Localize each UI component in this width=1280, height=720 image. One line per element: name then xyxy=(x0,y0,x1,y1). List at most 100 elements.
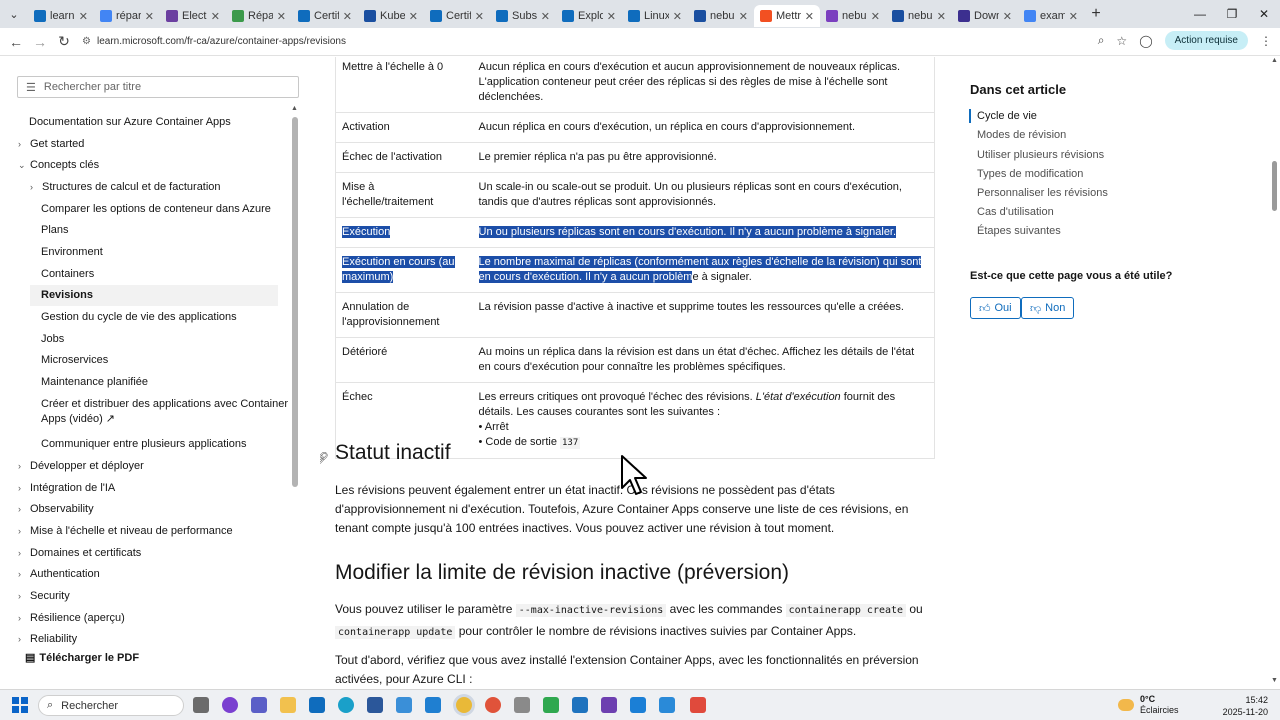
download-pdf-link[interactable]: ▤ Télécharger le PDF xyxy=(25,651,139,665)
browser-tab[interactable]: exam ✕ xyxy=(1018,5,1084,27)
toc-item[interactable]: Revisions xyxy=(30,285,278,306)
tab-close-icon[interactable]: ✕ xyxy=(805,10,814,23)
page-scroll-down-icon[interactable]: ▼ xyxy=(1271,677,1278,684)
toc-item[interactable]: Communiquer entre plusieurs applications xyxy=(41,437,246,452)
reload-button[interactable]: ↻ xyxy=(52,33,76,50)
tab-close-icon[interactable]: ✕ xyxy=(277,10,286,23)
toc-search-input[interactable]: ☰ Rechercher par titre xyxy=(17,76,299,98)
page-scroll-thumb[interactable] xyxy=(1272,161,1277,211)
browser-tab[interactable]: Répar ✕ xyxy=(226,5,292,27)
toc-item[interactable]: › Reliability xyxy=(18,632,77,647)
taskbar-search[interactable]: ⌕ Rechercher xyxy=(38,695,184,716)
chevron-right-icon[interactable]: › xyxy=(18,546,30,561)
browser-tab[interactable]: learn ✕ xyxy=(28,5,94,27)
outlook-icon[interactable] xyxy=(309,697,325,713)
task-view-icon[interactable] xyxy=(193,697,209,713)
toc-item[interactable]: Containers xyxy=(41,267,94,282)
chevron-right-icon[interactable]: › xyxy=(18,524,30,539)
article-nav-link[interactable]: Cycle de vie xyxy=(977,110,1037,122)
scroll-up-icon[interactable]: ▲ xyxy=(291,105,298,112)
toc-item[interactable]: › Authentication xyxy=(18,567,100,582)
toc-item[interactable]: Apps (vidéo) ↗ xyxy=(41,412,115,427)
toc-item[interactable]: Jobs xyxy=(41,332,64,347)
system-clock[interactable]: 15:42 2025-11-20 xyxy=(1216,694,1268,718)
tab-close-icon[interactable]: ✕ xyxy=(211,10,220,23)
browser-tab[interactable]: Certif ✕ xyxy=(292,5,358,27)
chevron-right-icon[interactable]: › xyxy=(18,459,30,474)
minimize-button[interactable]: — xyxy=(1184,0,1216,28)
windows-start-icon[interactable] xyxy=(12,697,28,713)
toc-item[interactable]: › Observability xyxy=(18,502,94,517)
article-nav-link[interactable]: Utiliser plusieurs révisions xyxy=(977,149,1104,161)
store-icon[interactable] xyxy=(425,697,441,713)
browser-tab[interactable]: Certif ✕ xyxy=(424,5,490,27)
maximize-button[interactable]: ❐ xyxy=(1216,0,1248,28)
app-red2-icon[interactable] xyxy=(690,697,706,713)
toc-item[interactable]: Plans xyxy=(41,223,69,238)
chevron-down-icon[interactable]: ⌄ xyxy=(18,158,30,173)
sidebar-scrollbar[interactable]: ▲ ▼ xyxy=(291,105,298,697)
new-tab-button[interactable]: + xyxy=(1084,5,1108,23)
chrome-icon[interactable] xyxy=(456,697,472,713)
chevron-right-icon[interactable]: › xyxy=(18,632,30,647)
article-nav-link[interactable]: Personnaliser les révisions xyxy=(977,187,1108,199)
feedback-no-button[interactable]: 👎︎ Non xyxy=(1021,297,1075,319)
edge-icon[interactable] xyxy=(338,697,354,713)
app-blue-icon[interactable] xyxy=(659,697,675,713)
calculator-icon[interactable] xyxy=(514,697,530,713)
toc-item[interactable]: Environment xyxy=(41,245,103,260)
feedback-yes-button[interactable]: 👍︎ Oui xyxy=(970,297,1021,319)
toc-item[interactable]: › Domaines et certificats xyxy=(18,546,141,561)
toc-item[interactable]: › Mise à l'échelle et niveau de performan… xyxy=(18,524,233,539)
toc-item[interactable]: › Développer et déployer xyxy=(18,459,144,474)
chevron-right-icon[interactable]: › xyxy=(18,589,30,604)
teams-icon[interactable] xyxy=(251,697,267,713)
toc-item[interactable]: › Intégration de l'IA xyxy=(18,481,115,496)
article-nav-link[interactable]: Types de modification xyxy=(977,168,1083,180)
url-field[interactable]: ⚙ learn.microsoft.com/fr-ca/azure/contai… xyxy=(82,36,346,47)
browser-tab[interactable]: répara ✕ xyxy=(94,5,160,27)
app-red-icon[interactable] xyxy=(485,697,501,713)
chevron-right-icon[interactable]: › xyxy=(18,611,30,626)
toc-item[interactable]: › Résilience (aperçu) xyxy=(18,611,125,626)
toc-item[interactable]: Maintenance planifiée xyxy=(41,375,148,390)
browser-tab[interactable]: Electr ✕ xyxy=(160,5,226,27)
browser-tab[interactable]: Linux ✕ xyxy=(622,5,688,27)
chevron-right-icon[interactable]: › xyxy=(18,502,30,517)
tab-close-icon[interactable]: ✕ xyxy=(1003,10,1012,23)
article-nav-link[interactable]: Étapes suivantes xyxy=(977,225,1061,237)
tab-close-icon[interactable]: ✕ xyxy=(541,10,550,23)
toc-item[interactable]: › Security xyxy=(18,589,70,604)
visual-studio-icon[interactable] xyxy=(601,697,617,713)
forward-button[interactable]: → xyxy=(28,34,52,50)
browser-tab[interactable]: Explo ✕ xyxy=(556,5,622,27)
browser-tab[interactable]: nebul ✕ xyxy=(688,5,754,27)
copilot-icon[interactable] xyxy=(222,697,238,713)
chevron-right-icon[interactable]: › xyxy=(18,481,30,496)
tab-close-icon[interactable]: ✕ xyxy=(343,10,352,23)
browser-menu-icon[interactable]: ⋮ xyxy=(1260,34,1272,48)
toc-item[interactable]: › Get started xyxy=(18,137,84,152)
article-nav-link[interactable]: Cas d'utilisation xyxy=(977,206,1054,218)
word-icon[interactable] xyxy=(367,697,383,713)
file-explorer-icon[interactable] xyxy=(280,697,296,713)
browser-tab[interactable]: Kuber ✕ xyxy=(358,5,424,27)
tab-close-icon[interactable]: ✕ xyxy=(475,10,484,23)
toc-item[interactable]: ⌄ Concepts clés xyxy=(18,158,99,173)
close-window-button[interactable]: ✕ xyxy=(1248,0,1280,28)
bookmark-star-icon[interactable]: ☆ xyxy=(1116,34,1127,48)
chevron-right-icon[interactable]: › xyxy=(30,180,42,195)
tab-close-icon[interactable]: ✕ xyxy=(1069,10,1078,23)
vscode-icon[interactable] xyxy=(572,697,588,713)
chevron-right-icon[interactable]: › xyxy=(18,567,30,582)
article-nav-link[interactable]: Modes de révision xyxy=(977,129,1066,141)
site-info-icon[interactable]: ⚙ xyxy=(82,36,91,47)
tab-close-icon[interactable]: ✕ xyxy=(937,10,946,23)
tab-close-icon[interactable]: ✕ xyxy=(673,10,682,23)
back-button[interactable]: ← xyxy=(4,34,28,50)
sidebar-scroll-thumb[interactable] xyxy=(292,117,298,487)
browser-tab[interactable]: Mettr ✕ xyxy=(754,5,820,27)
toc-item[interactable]: Comparer les options de conteneur dans A… xyxy=(41,202,271,217)
browser-tab[interactable]: Subsc ✕ xyxy=(490,5,556,27)
remote-desktop-icon[interactable] xyxy=(396,697,412,713)
